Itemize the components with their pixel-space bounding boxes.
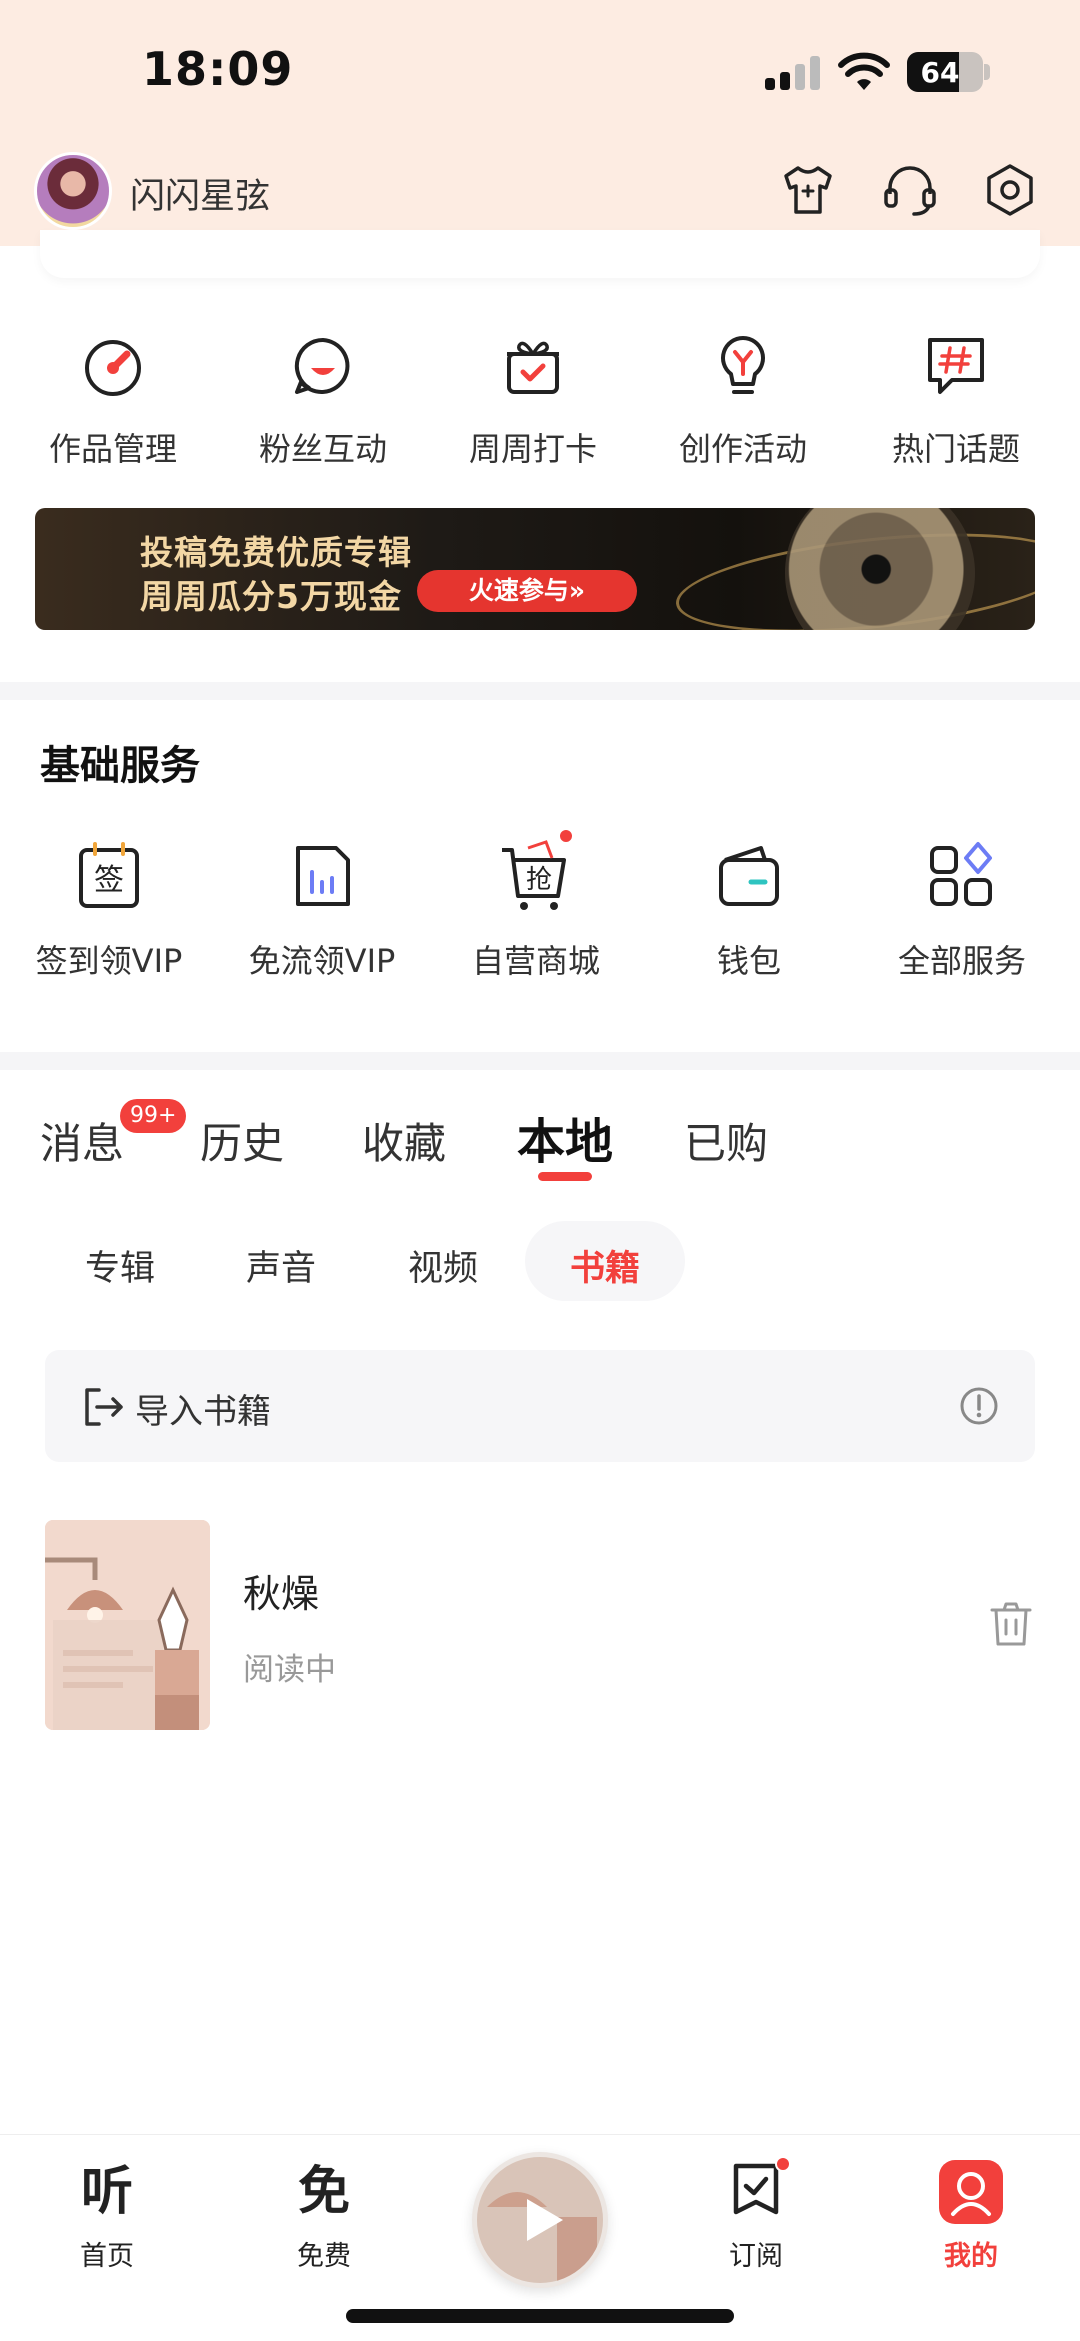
service-sign-vip[interactable]: 签 签到领VIP xyxy=(9,838,209,982)
service-label: 钱包 xyxy=(716,942,781,980)
service-label: 签到领VIP xyxy=(35,942,183,980)
avatar[interactable] xyxy=(34,152,112,230)
cart-glyph: 抢 xyxy=(526,865,552,895)
quick-action-label: 热门话题 xyxy=(891,430,1020,468)
nav-label: 首页 xyxy=(80,2241,134,2272)
wallet-icon xyxy=(711,838,787,914)
info-icon[interactable] xyxy=(959,1386,999,1426)
settings-icon[interactable] xyxy=(980,160,1040,220)
nav-home[interactable]: 听 首页 xyxy=(32,2160,182,2273)
quick-action-label: 创作活动 xyxy=(678,430,807,468)
nav-subscribe[interactable]: 订阅 xyxy=(681,2156,831,2273)
subtab-videos[interactable]: 视频 xyxy=(408,1240,478,1291)
notification-dot xyxy=(775,2156,791,2172)
bulb-icon xyxy=(721,336,765,394)
data-chart-icon xyxy=(284,838,360,914)
status-time: 18:09 xyxy=(142,42,294,96)
banner-line-1: 投稿免费优质专辑 xyxy=(140,533,412,572)
quick-action-checkin[interactable]: 周周打卡 xyxy=(443,330,623,470)
chat-smile-icon xyxy=(294,337,350,394)
book-title[interactable]: 秋燥 xyxy=(243,1563,319,1618)
banner-cta-button[interactable]: 火速参与» xyxy=(417,570,637,612)
shirt-icon[interactable] xyxy=(778,160,838,220)
book-cover[interactable] xyxy=(45,1520,210,1730)
import-books-button[interactable]: 导入书籍 xyxy=(45,1350,1035,1462)
service-mall[interactable]: 抢 自营商城 xyxy=(436,828,636,982)
gift-check-icon xyxy=(507,341,559,394)
quick-action-label: 作品管理 xyxy=(48,430,177,468)
tab-local[interactable]: 本地 xyxy=(517,1102,613,1172)
battery-cap xyxy=(984,64,990,80)
subscribe-icon xyxy=(681,2160,831,2224)
now-playing-disc[interactable] xyxy=(472,2152,608,2288)
listen-icon: 听 xyxy=(80,2162,133,2222)
tab-messages[interactable]: 消息 xyxy=(40,1110,124,1171)
service-all[interactable]: 全部服务 xyxy=(862,838,1062,982)
import-icon xyxy=(85,1388,123,1426)
subtab-books[interactable]: 书籍 xyxy=(570,1240,640,1291)
quick-action-works[interactable]: 作品管理 xyxy=(23,330,203,470)
tab-purchased[interactable]: 已购 xyxy=(684,1110,768,1171)
nav-label: 订阅 xyxy=(729,2241,783,2272)
service-label: 全部服务 xyxy=(897,942,1026,980)
quick-action-label: 粉丝互动 xyxy=(258,430,387,468)
grid-icon xyxy=(924,838,1000,914)
username[interactable]: 闪闪星弦 xyxy=(130,168,270,219)
home-indicator xyxy=(346,2309,734,2323)
message-count-badge: 99+ xyxy=(120,1099,187,1133)
battery-icon: 64 xyxy=(907,52,983,92)
import-label: 导入书籍 xyxy=(135,1392,271,1432)
nav-label: 免费 xyxy=(297,2241,351,2272)
banner-line-2: 周周瓜分5万现金 xyxy=(140,577,402,616)
section-divider xyxy=(0,1052,1080,1070)
quick-action-topics[interactable]: 热门话题 xyxy=(866,330,1046,470)
profile-card-edge xyxy=(40,230,1040,278)
service-free-data-vip[interactable]: 免流领VIP xyxy=(222,838,422,982)
service-label: 免流领VIP xyxy=(248,942,396,980)
sign-in-icon: 签 xyxy=(71,838,147,914)
sign-in-glyph: 签 xyxy=(94,863,124,898)
cart-icon: 抢 xyxy=(498,828,574,914)
active-tab-indicator xyxy=(538,1172,592,1181)
nav-label: 我的 xyxy=(944,2241,998,2272)
quick-action-creation[interactable]: 创作活动 xyxy=(653,330,833,470)
wifi-icon xyxy=(838,52,890,90)
notification-dot xyxy=(558,828,574,844)
tab-history[interactable]: 历史 xyxy=(200,1110,284,1171)
nav-mine[interactable]: 我的 xyxy=(896,2160,1046,2273)
section-title: 基础服务 xyxy=(40,743,200,789)
service-label: 自营商城 xyxy=(471,942,600,980)
trash-icon[interactable] xyxy=(988,1600,1034,1648)
book-status: 阅读中 xyxy=(243,1652,336,1688)
free-icon: 免 xyxy=(297,2162,350,2222)
service-wallet[interactable]: 钱包 xyxy=(649,838,849,982)
quick-action-fans[interactable]: 粉丝互动 xyxy=(233,330,413,470)
promo-banner[interactable]: 投稿免费优质专辑 周周瓜分5万现金 火速参与» xyxy=(35,508,1035,630)
quick-action-label: 周周打卡 xyxy=(468,430,597,468)
profile-icon xyxy=(896,2160,1046,2224)
banner-planet-decoration xyxy=(785,508,975,630)
subtab-sounds[interactable]: 声音 xyxy=(246,1240,316,1291)
tab-favorites[interactable]: 收藏 xyxy=(362,1110,446,1171)
headset-icon[interactable] xyxy=(880,160,940,220)
subtab-albums[interactable]: 专辑 xyxy=(85,1240,155,1291)
nav-free[interactable]: 免 免费 xyxy=(249,2160,399,2273)
gauge-icon xyxy=(85,340,141,396)
battery-level: 64 xyxy=(920,56,960,89)
section-divider xyxy=(0,682,1080,700)
hashtag-icon xyxy=(928,338,984,394)
signal-icon xyxy=(765,56,825,90)
